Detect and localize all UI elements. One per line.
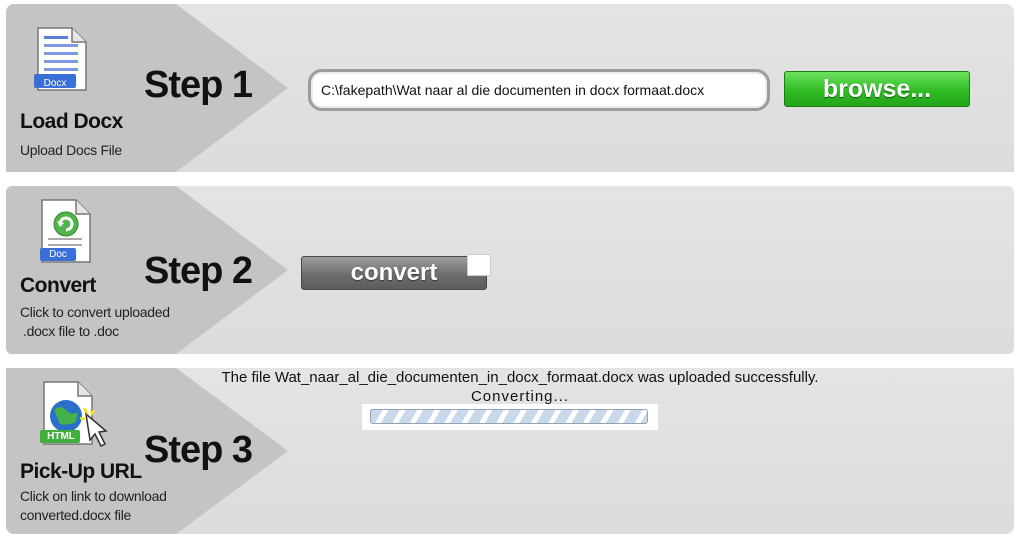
step2-title: Convert bbox=[20, 274, 96, 297]
step2-description-line1: Click to convert uploaded bbox=[20, 304, 170, 320]
step2-label: Step 2 bbox=[144, 250, 253, 292]
step2-panel: Doc Convert Click to convert uploaded .d… bbox=[6, 186, 1014, 354]
html-badge: HTML bbox=[47, 431, 75, 442]
convert-checkbox[interactable] bbox=[467, 254, 491, 276]
upload-success-message: The file Wat_naar_al_die_documenten_in_d… bbox=[221, 369, 819, 386]
browse-button[interactable]: browse... bbox=[784, 71, 970, 107]
step1-label: Step 1 bbox=[144, 64, 253, 106]
progress-bar bbox=[370, 409, 648, 424]
progress-container bbox=[362, 404, 658, 430]
docx-badge: Docx bbox=[43, 78, 67, 89]
step3-title: Pick-Up URL bbox=[20, 460, 142, 483]
converting-message: Converting... bbox=[470, 388, 570, 405]
step1-panel: Docx Load Docx Upload Docs File Step 1 C… bbox=[6, 4, 1014, 172]
doc-badge: Doc bbox=[49, 249, 67, 260]
step3-description-line2: converted.docx file bbox=[20, 507, 132, 523]
step3-description-line1: Click on link to download bbox=[20, 488, 167, 504]
step2-description-line2: .docx file to .doc bbox=[23, 323, 119, 339]
convert-button[interactable]: convert bbox=[301, 256, 487, 290]
file-path-input[interactable]: C:\fakepath\Wat naar al die documenten i… bbox=[308, 69, 770, 111]
step1-description: Upload Docs File bbox=[20, 142, 122, 158]
step1-title: Load Docx bbox=[20, 110, 123, 133]
step3-label: Step 3 bbox=[144, 429, 253, 471]
step3-panel: HTML Pick-Up URL Click on link to downlo… bbox=[6, 368, 1014, 534]
